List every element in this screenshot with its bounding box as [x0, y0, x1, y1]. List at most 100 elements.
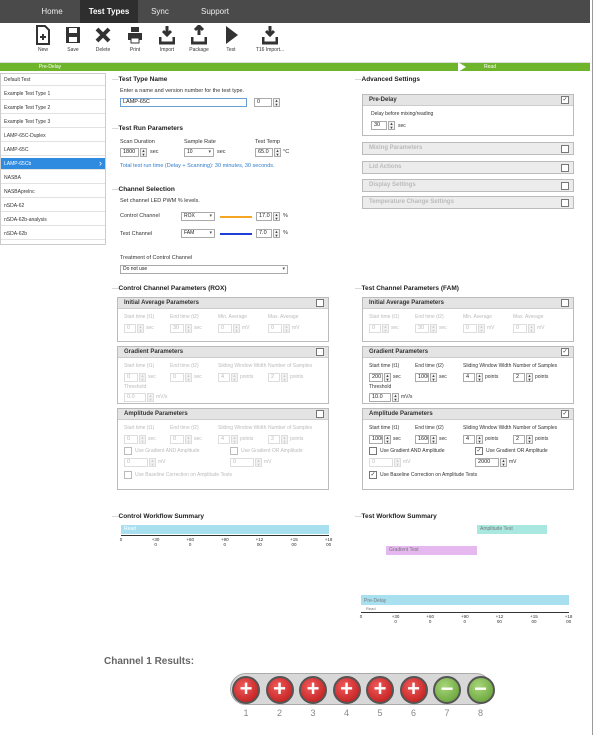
or-threshold-input[interactable]: 2000 [475, 458, 499, 467]
display-settings-checkbox[interactable] [561, 182, 569, 190]
control-level-spinner[interactable]: ▲ ▼ [273, 212, 280, 221]
gradient-samples-input[interactable]: 2 [513, 373, 525, 382]
gradient-window-input[interactable]: 4 [218, 373, 230, 382]
initial-max-input-spinner[interactable]: ▲ ▼ [528, 324, 535, 333]
gradient-threshold-input-spinner[interactable]: ▲ ▼ [147, 393, 154, 402]
initial-end-input-spinner[interactable]: ▲ ▼ [430, 324, 437, 333]
lid-actions-panel[interactable]: Lid Actions [362, 161, 574, 174]
gradient-start-input-spinner[interactable]: ▲ ▼ [384, 373, 391, 382]
gradient-end-input-spinner[interactable]: ▲ ▼ [185, 373, 192, 382]
initial-start-input-spinner[interactable]: ▲ ▼ [137, 324, 144, 333]
or-threshold-input-spinner[interactable]: ▲ ▼ [500, 458, 507, 467]
gradient-window-input-spinner[interactable]: ▲ ▼ [476, 373, 483, 382]
gradient-threshold-input[interactable]: 0.0 [124, 393, 146, 402]
initial-start-input[interactable]: 0 [124, 324, 136, 333]
gradient-or-amplitude-checkbox[interactable]: ✓ [475, 447, 483, 455]
test-temp-spinner[interactable]: ▲ ▼ [274, 148, 281, 157]
control-level-input[interactable]: 17.0 [256, 212, 272, 221]
control-dye-select[interactable]: ROX [181, 212, 215, 221]
amplitude-start-input[interactable]: 0 [124, 435, 138, 444]
temperature-change-panel[interactable]: Temperature Change Settings [362, 196, 574, 209]
list-item[interactable]: NASBAprelnc [1, 186, 105, 198]
tab-home[interactable]: Home [30, 0, 74, 23]
delete-button[interactable]: Delete [88, 25, 118, 53]
predelay-spinner[interactable]: ▲ ▼ [388, 121, 395, 130]
amplitude-samples-input[interactable]: 2 [268, 435, 280, 444]
or-threshold-input[interactable]: 0 [230, 458, 254, 467]
new-button[interactable]: New [28, 25, 58, 53]
test-button[interactable]: Test [216, 25, 246, 53]
gradient-samples-input-spinner[interactable]: ▲ ▼ [526, 373, 533, 382]
mixing-checkbox[interactable] [561, 145, 569, 153]
gradient-end-input-spinner[interactable]: ▲ ▼ [430, 373, 437, 382]
amplitude-start-input[interactable]: 1000 [369, 435, 383, 444]
gradient-samples-input[interactable]: 2 [268, 373, 280, 382]
amplitude-end-input[interactable]: 1600 [415, 435, 429, 444]
and-threshold-input[interactable]: 0 [124, 458, 148, 467]
initial-average-checkbox[interactable] [316, 299, 324, 307]
list-item[interactable]: Default Test [1, 74, 105, 86]
save-button[interactable]: Save [58, 25, 88, 53]
test-level-spinner[interactable]: ▲ ▼ [273, 229, 280, 238]
list-item[interactable]: nSDA-62b-analysis [1, 214, 105, 226]
amplitude-start-input-spinner[interactable]: ▲ ▼ [139, 435, 146, 444]
initial-min-input[interactable]: 0 [463, 324, 477, 333]
import-button[interactable]: Import [152, 25, 182, 53]
initial-min-input-spinner[interactable]: ▲ ▼ [478, 324, 485, 333]
gradient-end-input[interactable]: 0 [170, 373, 184, 382]
treatment-select[interactable]: Do not use [120, 265, 288, 274]
tab-test-types[interactable]: Test Types [80, 0, 138, 23]
gradient-end-input[interactable]: 1000 [415, 373, 429, 382]
list-item[interactable]: nSDA-62 [1, 200, 105, 212]
gradient-start-input-spinner[interactable]: ▲ ▼ [139, 373, 146, 382]
gradient-and-amplitude-checkbox[interactable] [369, 447, 377, 455]
gradient-window-input[interactable]: 4 [463, 373, 475, 382]
predelay-input[interactable]: 30 [371, 121, 387, 130]
version-input[interactable]: 0 [254, 98, 272, 107]
list-item[interactable]: NASBA [1, 172, 105, 184]
amplitude-end-input-spinner[interactable]: ▲ ▼ [185, 435, 192, 444]
lid-actions-checkbox[interactable] [561, 164, 569, 172]
amplitude-window-input[interactable]: 4 [218, 435, 230, 444]
initial-min-input-spinner[interactable]: ▲ ▼ [233, 324, 240, 333]
gradient-samples-input-spinner[interactable]: ▲ ▼ [281, 373, 288, 382]
amplitude-start-input-spinner[interactable]: ▲ ▼ [384, 435, 391, 444]
mixing-parameters-panel[interactable]: Mixing Parameters [362, 142, 574, 155]
predelay-checkbox[interactable]: ✓ [561, 96, 569, 104]
or-threshold-input-spinner[interactable]: ▲ ▼ [255, 458, 262, 467]
initial-end-input[interactable]: 30 [415, 324, 429, 333]
baseline-correction-checkbox[interactable]: ✓ [369, 471, 377, 479]
initial-max-input[interactable]: 0 [268, 324, 282, 333]
list-item[interactable]: LAMP-65C [1, 144, 105, 156]
gradient-checkbox[interactable]: ✓ [561, 348, 569, 356]
tab-support[interactable]: Support [190, 0, 240, 23]
initial-average-checkbox[interactable] [561, 299, 569, 307]
and-threshold-input-spinner[interactable]: ▲ ▼ [394, 458, 401, 467]
and-threshold-input-spinner[interactable]: ▲ ▼ [149, 458, 156, 467]
amplitude-window-input-spinner[interactable]: ▲ ▼ [231, 435, 238, 444]
test-dye-select[interactable]: FAM [181, 229, 215, 238]
baseline-correction-checkbox[interactable] [124, 471, 132, 479]
list-item[interactable]: nSDA-62b [1, 228, 105, 240]
amplitude-end-input-spinner[interactable]: ▲ ▼ [430, 435, 437, 444]
sample-rate-select[interactable]: 10 [184, 148, 214, 157]
initial-max-input-spinner[interactable]: ▲ ▼ [283, 324, 290, 333]
scan-duration-input[interactable]: 1800 [120, 148, 139, 157]
gradient-or-amplitude-checkbox[interactable] [230, 447, 238, 455]
gradient-threshold-input-spinner[interactable]: ▲ ▼ [392, 393, 399, 402]
amplitude-checkbox[interactable]: ✓ [561, 410, 569, 418]
list-item[interactable]: LAMP-65C-Duplex [1, 130, 105, 142]
list-item[interactable]: Example Test Type 1 [1, 88, 105, 100]
gradient-checkbox[interactable] [316, 348, 324, 356]
initial-end-input-spinner[interactable]: ▲ ▼ [185, 324, 192, 333]
gradient-threshold-input[interactable]: 10.0 [369, 393, 391, 402]
display-settings-panel[interactable]: Display Settings [362, 179, 574, 192]
temperature-change-checkbox[interactable] [561, 199, 569, 207]
test-level-input[interactable]: 7.0 [256, 229, 272, 238]
gradient-start-input[interactable]: 200 [369, 373, 383, 382]
package-button[interactable]: Package [184, 25, 214, 53]
tab-sync[interactable]: Sync [140, 0, 180, 23]
amplitude-samples-input-spinner[interactable]: ▲ ▼ [526, 435, 533, 444]
initial-end-input[interactable]: 30 [170, 324, 184, 333]
version-spinner[interactable]: ▲ ▼ [273, 98, 280, 107]
